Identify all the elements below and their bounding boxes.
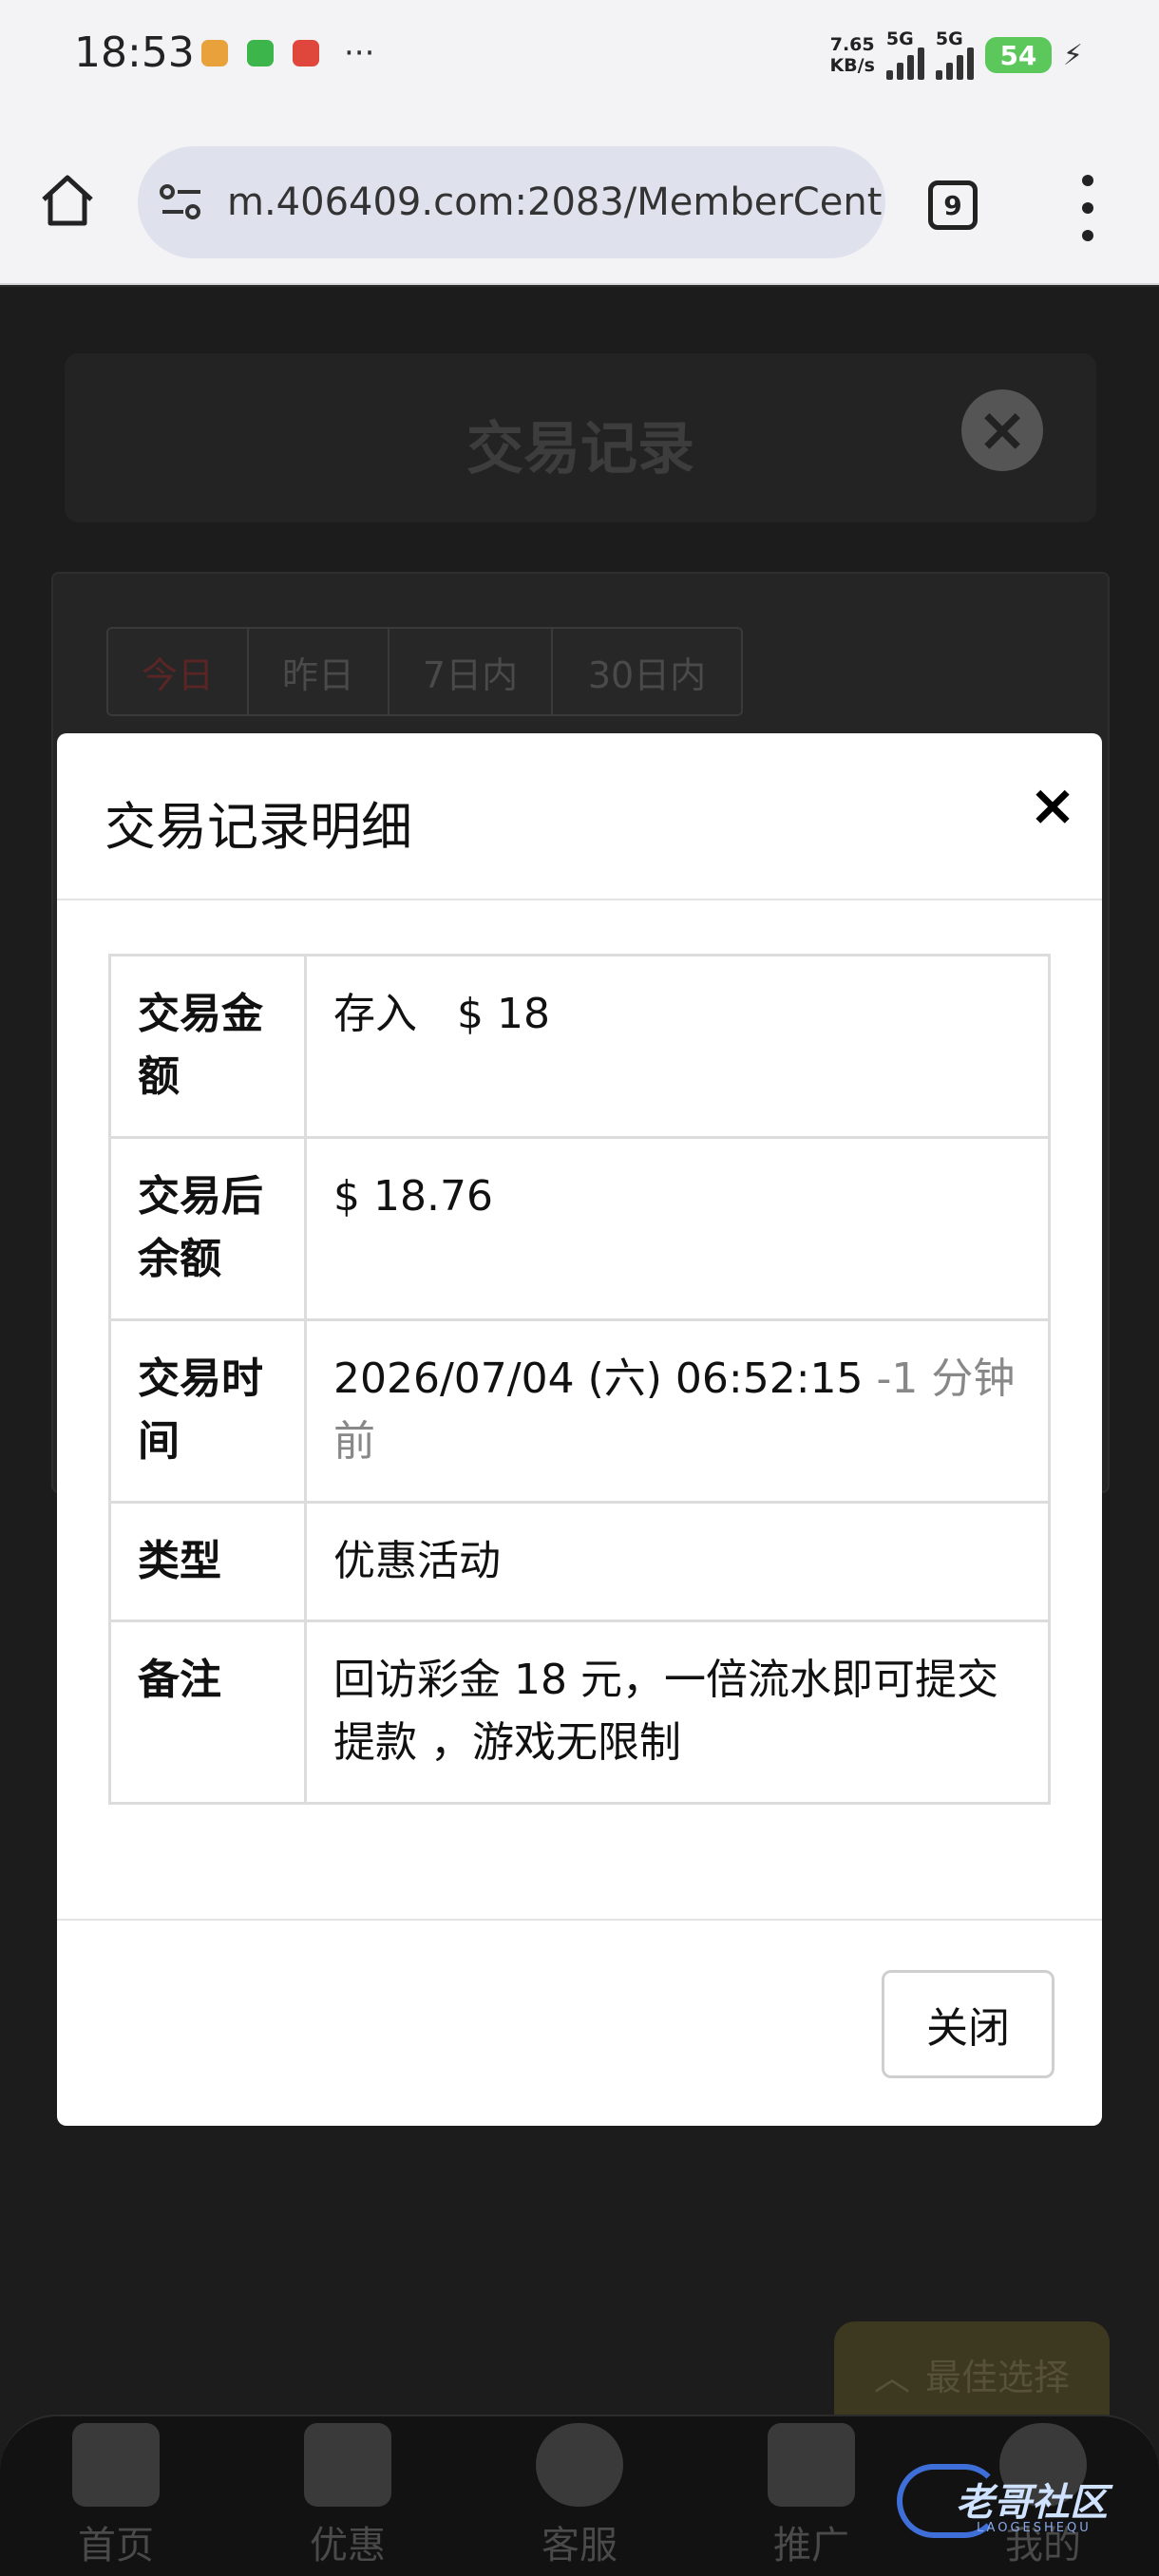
best-choice-button[interactable]: ︿ 最佳选择 <box>834 2321 1110 2426</box>
chevron-up-icon: ︿ <box>873 2356 910 2398</box>
network-speed-unit: KB/s <box>829 55 875 76</box>
watermark-subtext: LAOGESHEQU <box>977 2521 1092 2535</box>
tab-switcher-button[interactable]: 9 <box>928 180 978 230</box>
chat-notification-icon <box>247 40 274 66</box>
time-value: 2026/07/04 (六) 06:52:15 -1 分钟前 <box>304 1318 1051 1504</box>
watermark-logo: 老哥社区 LAOGESHEQU <box>897 2460 1144 2546</box>
add-user-icon <box>768 2423 855 2507</box>
table-row: 交易时间 2026/07/04 (六) 06:52:15 -1 分钟前 <box>108 1318 1051 1504</box>
table-row: 交易金额 存入 $ 18 <box>108 954 1051 1139</box>
network-speed-value: 7.65 <box>829 34 875 55</box>
notification-icons: ··· <box>201 34 375 72</box>
close-icon[interactable]: × <box>1024 772 1081 839</box>
address-bar[interactable]: m.406409.com:2083/MemberCent <box>138 146 885 258</box>
watermark-text: 老哥社区 <box>956 2481 1108 2525</box>
amount-label: 交易金额 <box>108 954 307 1139</box>
date-filter-tabs: 今日 昨日 7日内 30日内 <box>106 627 743 716</box>
table-row: 交易后余额 $ 18.76 <box>108 1136 1051 1321</box>
network-speed: 7.65 KB/s <box>829 34 874 76</box>
table-row: 备注 回访彩金 18 元，一倍流水即可提交提款 ，游戏无限制 <box>108 1619 1051 1805</box>
time-label: 交易时间 <box>108 1318 307 1504</box>
nav-item-home[interactable]: 首页 <box>21 2423 211 2569</box>
note-label: 备注 <box>108 1619 307 1805</box>
table-row: 类型 优惠活动 <box>108 1501 1051 1622</box>
nav-item-promotions[interactable]: 优惠 <box>253 2423 443 2569</box>
charging-icon: ⚡ <box>1062 38 1083 72</box>
type-label: 类型 <box>108 1501 307 1622</box>
nav-item-referral[interactable]: 推广 <box>716 2423 906 2569</box>
gift-icon <box>304 2423 391 2507</box>
best-choice-label: 最佳选择 <box>925 2356 1071 2398</box>
page-title: 交易记录 <box>466 416 694 483</box>
type-value: 优惠活动 <box>304 1501 1051 1622</box>
modal-title: 交易记录明细 <box>104 797 412 857</box>
battery-indicator: 54 <box>984 37 1052 73</box>
signal-sim2: 5G <box>935 28 974 80</box>
amount-value: 存入 $ 18 <box>304 954 1051 1139</box>
more-menu-button[interactable] <box>1074 175 1102 241</box>
home-button[interactable] <box>36 169 99 232</box>
modal-header: 交易记录明细 × <box>57 733 1102 900</box>
filter-30-days[interactable]: 30日内 <box>553 629 741 714</box>
timestamp: 2026/07/04 (六) 06:52:15 <box>333 1354 864 1403</box>
signal-sim2-label: 5G <box>935 28 963 49</box>
home-icon <box>72 2423 160 2507</box>
background-header: 交易记录 × <box>65 353 1096 522</box>
filter-7-days[interactable]: 7日内 <box>390 629 553 714</box>
amount-number: $ 18 <box>456 990 550 1038</box>
detail-table: 交易金额 存入 $ 18 交易后余额 $ 18.76 交易时间 2026/07/… <box>108 954 1051 1805</box>
close-button[interactable]: 关闭 <box>882 1970 1054 2078</box>
status-indicators: 7.65 KB/s 5G 5G 54 ⚡ <box>829 30 1083 80</box>
balance-value: $ 18.76 <box>304 1136 1051 1321</box>
transaction-detail-modal: 交易记录明细 × 交易金额 存入 $ 18 交易后余额 $ 18.76 交易时间… <box>57 733 1102 2126</box>
home-icon <box>42 175 93 226</box>
browser-toolbar: m.406409.com:2083/MemberCent 9 <box>0 114 1159 285</box>
signal-sim1: 5G <box>885 28 924 80</box>
site-settings-icon[interactable] <box>159 182 204 222</box>
signal-bars-icon <box>885 47 924 80</box>
filter-today[interactable]: 今日 <box>108 629 249 714</box>
url-text[interactable]: m.406409.com:2083/MemberCent <box>227 180 882 224</box>
filter-yesterday[interactable]: 昨日 <box>249 629 390 714</box>
nav-label: 客服 <box>542 2524 618 2567</box>
more-notifications-icon: ··· <box>344 34 375 72</box>
balance-label: 交易后余额 <box>108 1136 307 1321</box>
app-notification-icon <box>201 40 228 66</box>
status-bar: 18:53 ··· 7.65 KB/s 5G 5G 54 ⚡ <box>0 0 1159 114</box>
map-notification-icon <box>293 40 319 66</box>
page-close-icon[interactable]: × <box>961 389 1043 471</box>
nav-label: 首页 <box>78 2524 154 2567</box>
signal-sim1-label: 5G <box>885 28 914 49</box>
modal-footer: 关闭 <box>57 1919 1102 2126</box>
signal-bars-icon <box>935 47 974 80</box>
status-time: 18:53 <box>74 28 195 77</box>
headset-icon <box>536 2423 623 2507</box>
nav-label: 推广 <box>773 2524 849 2567</box>
note-value: 回访彩金 18 元，一倍流水即可提交提款 ，游戏无限制 <box>304 1619 1051 1805</box>
amount-type: 存入 <box>333 990 417 1038</box>
nav-label: 优惠 <box>310 2524 386 2567</box>
nav-item-support[interactable]: 客服 <box>484 2423 674 2569</box>
